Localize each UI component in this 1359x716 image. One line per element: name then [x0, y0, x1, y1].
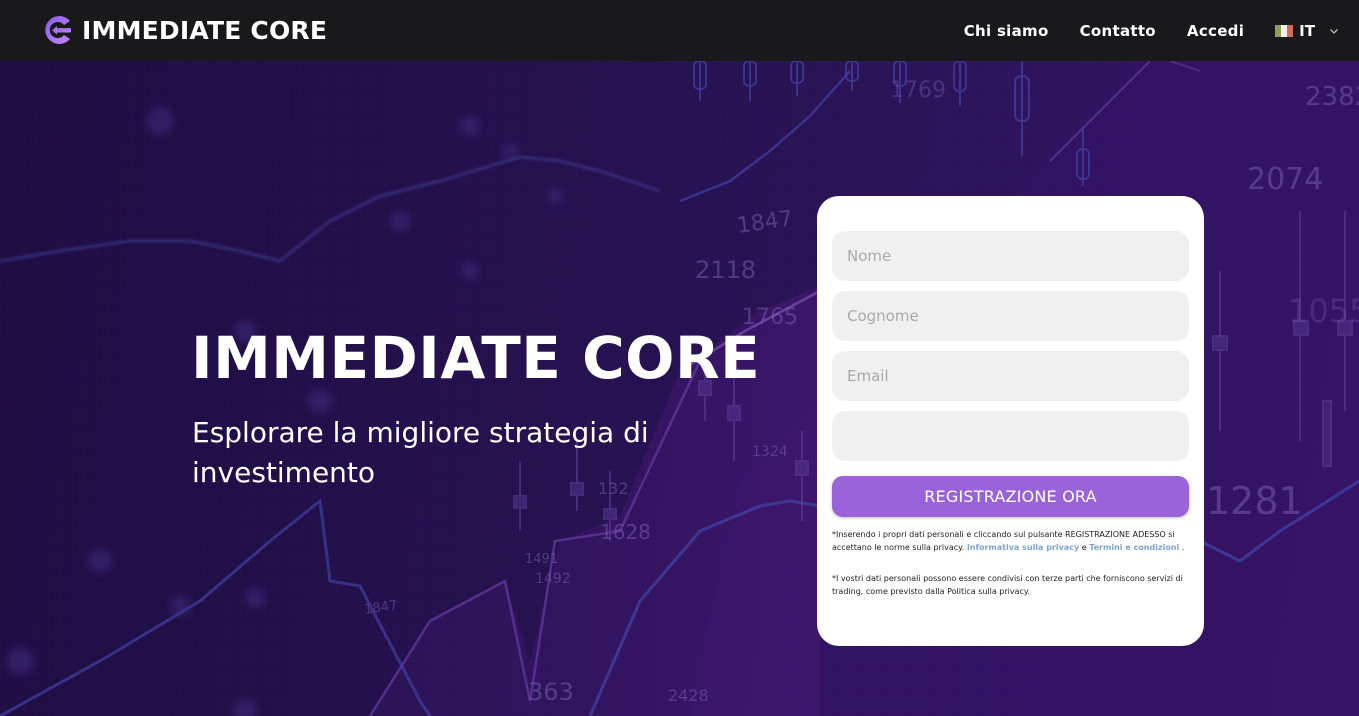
- privacy-consent-disclaimer: *Inserendo i propri dati personali e cli…: [832, 528, 1192, 554]
- nav-accedi[interactable]: Accedi: [1187, 22, 1244, 40]
- phone-input[interactable]: [832, 411, 1189, 461]
- conjunction-text: e: [1081, 543, 1087, 552]
- language-code: IT: [1299, 21, 1315, 40]
- data-sharing-disclaimer: *I vostri dati personali possono essere …: [832, 574, 1183, 596]
- register-now-button[interactable]: REGISTRAZIONE ORA: [832, 476, 1189, 517]
- nav-contatto[interactable]: Contatto: [1080, 22, 1156, 40]
- privacy-policy-link[interactable]: Informativa sulla privacy: [967, 543, 1079, 552]
- italy-flag-icon: [1275, 24, 1294, 37]
- email-input[interactable]: [832, 351, 1189, 401]
- language-selector[interactable]: IT: [1275, 22, 1339, 40]
- terms-conditions-link[interactable]: Termini e condizioni: [1089, 543, 1179, 552]
- hero-title: IMMEDIATE CORE: [191, 324, 761, 392]
- registration-form: REGISTRAZIONE ORA *Inserendo i propri da…: [817, 196, 1204, 646]
- chevron-down-icon: [1330, 28, 1338, 34]
- logo-text: IMMEDIATE CORE: [82, 15, 328, 45]
- top-navigation-bar: IMMEDIATE CORE Chi siamo Contatto Accedi…: [0, 0, 1359, 61]
- logo[interactable]: IMMEDIATE CORE: [40, 12, 327, 48]
- period-text: .: [1181, 543, 1185, 552]
- nav-chi-siamo[interactable]: Chi siamo: [964, 22, 1049, 40]
- logo-icon: [45, 16, 71, 44]
- first-name-input[interactable]: [832, 231, 1189, 281]
- hero-subtitle: Esplorare la migliore strategia di inves…: [192, 416, 649, 489]
- main-nav: Chi siamo Contatto Accedi IT: [964, 0, 1359, 61]
- last-name-input[interactable]: [832, 291, 1189, 341]
